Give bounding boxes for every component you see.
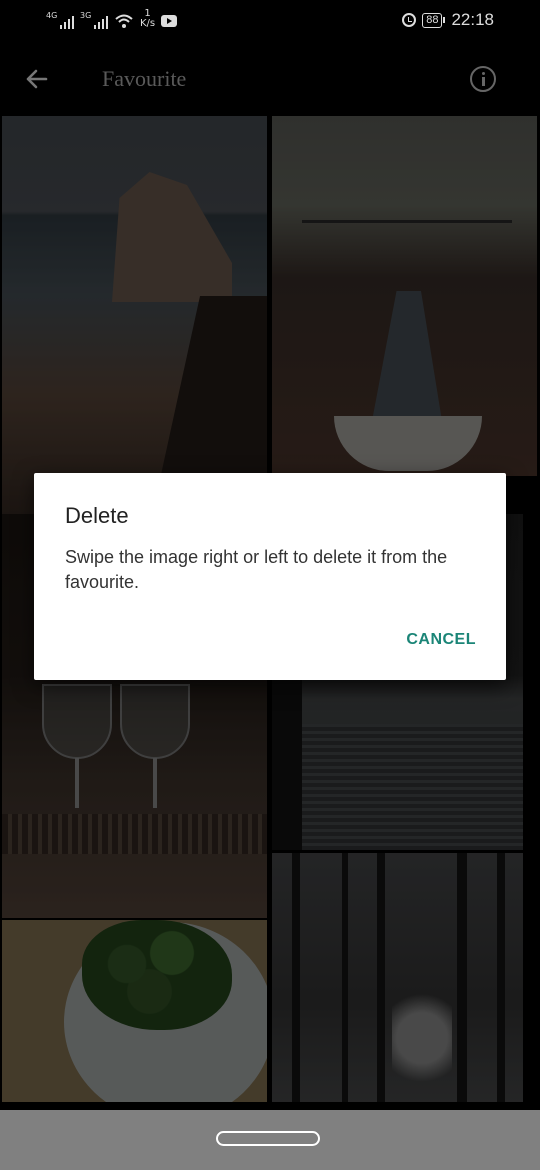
info-icon[interactable] [470, 66, 496, 92]
network-type-label: 4G [46, 11, 58, 20]
network-type-label-2: 3G [80, 11, 92, 20]
speed-unit: K/s [140, 18, 156, 29]
cancel-button[interactable]: CANCEL [406, 631, 476, 649]
dialog-message: Swipe the image right or left to delete … [65, 547, 448, 592]
alarm-icon [402, 13, 417, 27]
home-gesture-pill[interactable] [216, 1131, 320, 1146]
clock: 22:18 [451, 10, 494, 29]
signal-icon: 4G [46, 11, 74, 29]
network-speed: 1 K/s [140, 9, 155, 29]
signal-icon-2: 3G [80, 11, 108, 29]
back-arrow-icon[interactable] [22, 64, 52, 94]
battery-tip [443, 17, 446, 23]
wifi-icon [115, 14, 133, 28]
status-bar: 4G 3G 1 K/s 88 22:18 [0, 0, 540, 44]
page-title: Favourite [102, 66, 187, 91]
app-bar: Favourite [0, 44, 540, 114]
youtube-icon [161, 15, 178, 27]
dialog-title: Delete [65, 503, 129, 528]
battery-icon: 88 [422, 12, 443, 28]
navigation-bar [0, 1110, 540, 1170]
delete-dialog: Delete Swipe the image right or left to … [34, 473, 506, 680]
